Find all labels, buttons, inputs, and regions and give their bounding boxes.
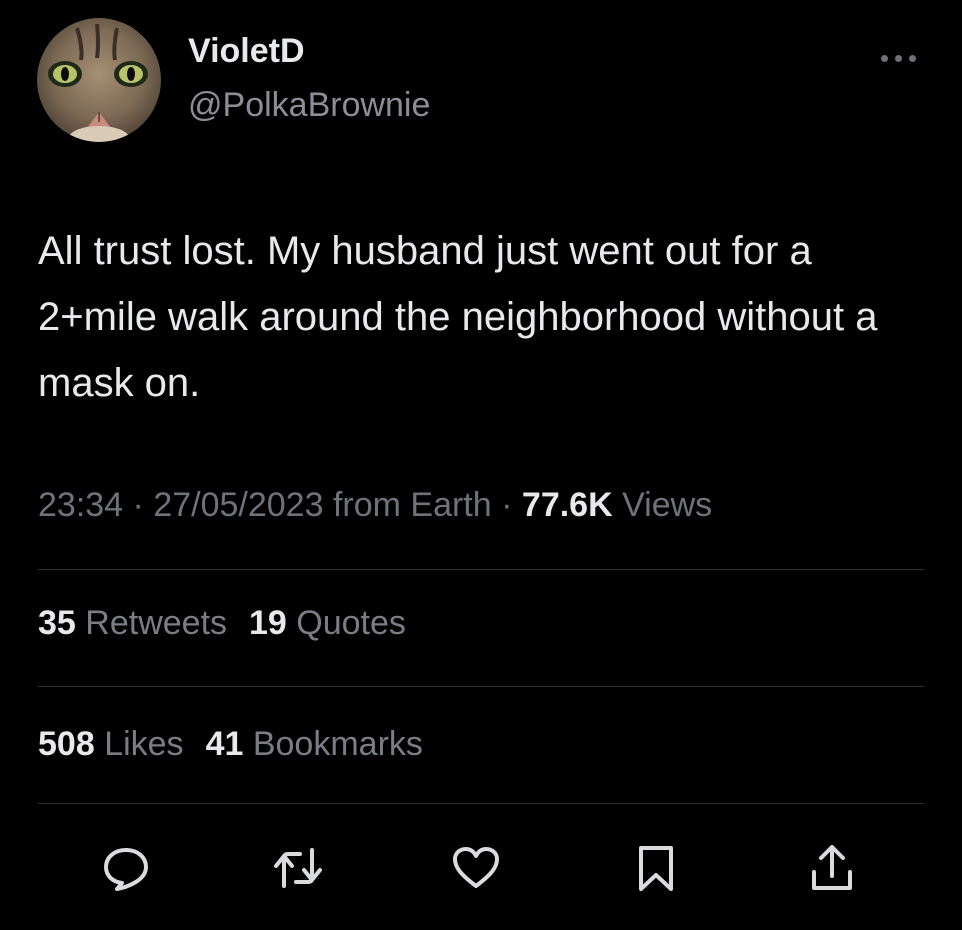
more-dots-icon xyxy=(880,54,888,62)
likes-count: 508 xyxy=(38,725,95,763)
engagement-stats-row-2: 508 Likes 41 Bookmarks xyxy=(38,725,445,764)
divider xyxy=(38,569,924,570)
separator-dot: · xyxy=(132,486,144,524)
views-count: 77.6K xyxy=(521,486,613,524)
retweet-icon xyxy=(274,848,322,888)
tweet-source: from Earth xyxy=(332,486,492,524)
tweet-text: All trust lost. My husband just went out… xyxy=(38,229,878,405)
likes-stat[interactable]: 508 Likes xyxy=(38,725,184,764)
display-name[interactable]: VioletD xyxy=(188,32,305,71)
bookmark-button[interactable] xyxy=(626,838,686,898)
bookmarks-stat[interactable]: 41 Bookmarks xyxy=(206,725,423,764)
tweet-meta: 23:34 · 27/05/2023 from Earth · 77.6K Vi… xyxy=(38,486,712,525)
user-handle[interactable]: @PolkaBrownie xyxy=(188,86,430,125)
more-dots-icon xyxy=(894,54,902,62)
engagement-stats-row-1: 35 Retweets 19 Quotes xyxy=(38,604,428,643)
reply-button[interactable] xyxy=(96,838,156,898)
tweet-actions-bar xyxy=(0,838,962,898)
more-options-button[interactable] xyxy=(868,40,928,76)
cat-avatar-icon xyxy=(37,18,161,142)
like-button[interactable] xyxy=(446,838,506,898)
avatar[interactable] xyxy=(37,18,161,142)
divider xyxy=(38,803,924,804)
tweet-card: VioletD @PolkaBrownie All trust lost. My… xyxy=(0,0,962,930)
share-icon xyxy=(812,845,852,890)
like-icon xyxy=(453,847,499,888)
share-button[interactable] xyxy=(802,838,862,898)
bookmark-icon xyxy=(639,846,673,891)
retweet-button[interactable] xyxy=(268,838,328,898)
bookmarks-count: 41 xyxy=(205,725,244,763)
more-dots-icon xyxy=(908,54,916,62)
views-label: Views xyxy=(622,486,713,524)
quotes-stat[interactable]: 19 Quotes xyxy=(249,604,406,643)
tweet-date[interactable]: 27/05/2023 xyxy=(153,486,323,524)
tweet-time[interactable]: 23:34 xyxy=(38,486,123,524)
divider xyxy=(38,686,924,687)
bookmarks-label: Bookmarks xyxy=(252,725,423,763)
separator-dot: · xyxy=(501,486,513,524)
quotes-count: 19 xyxy=(249,604,287,642)
retweets-label: Retweets xyxy=(85,604,228,642)
likes-label: Likes xyxy=(104,725,184,763)
quotes-label: Quotes xyxy=(296,604,406,642)
reply-icon xyxy=(104,848,148,891)
retweets-count: 35 xyxy=(38,604,76,642)
retweets-stat[interactable]: 35 Retweets xyxy=(38,604,227,643)
